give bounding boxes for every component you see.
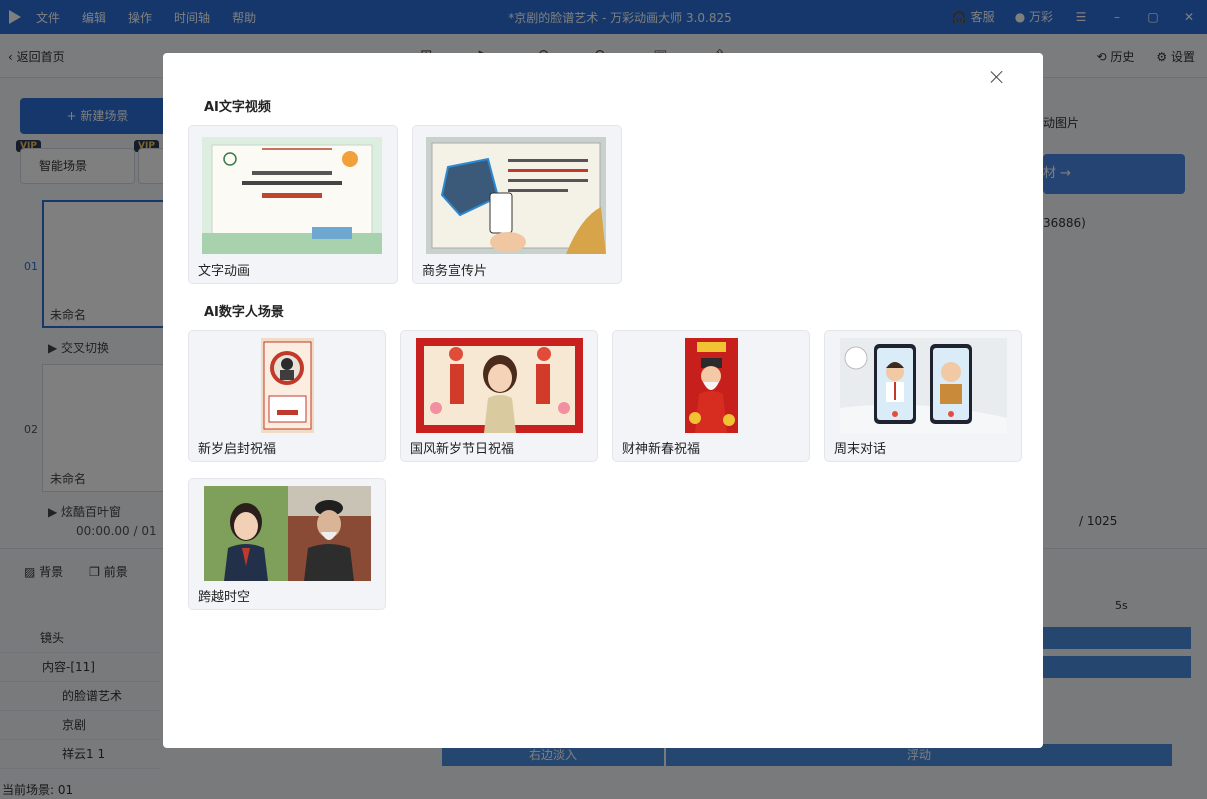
template-thumbnail <box>840 338 1007 433</box>
section-title-ai-text-video: AI文字视频 <box>204 100 271 115</box>
guofeng-greeting-preview-icon <box>416 338 583 433</box>
template-thumbnail <box>261 338 314 433</box>
caishen-greeting-preview-icon <box>685 338 738 433</box>
template-thumbnail <box>202 137 382 254</box>
template-card-label: 新岁启封祝福 <box>198 442 277 457</box>
template-card-text-animation[interactable]: 文字动画 <box>188 125 398 284</box>
template-card-label: 国风新岁节日祝福 <box>410 442 515 457</box>
template-dialog: AI文字视频 文字动画 商务宣传片 AI数字人场景 新岁启封祝福 国风新岁节日祝… <box>163 53 1043 748</box>
business-promo-preview-icon <box>426 137 606 254</box>
template-thumbnail <box>416 338 583 433</box>
template-card-guofeng-festival[interactable]: 国风新岁节日祝福 <box>400 330 598 462</box>
envelope-greeting-preview-icon <box>261 338 314 433</box>
template-card-caishen-spring[interactable]: 财神新春祝福 <box>612 330 810 462</box>
across-time-preview-icon <box>204 486 371 581</box>
template-card-weekend-dialogue[interactable]: 周末对话 <box>824 330 1022 462</box>
template-thumbnail <box>204 486 371 581</box>
text-animation-preview-icon <box>202 137 382 254</box>
template-card-label: 周末对话 <box>834 442 887 457</box>
template-thumbnail <box>426 137 606 254</box>
template-card-label: 财神新春祝福 <box>622 442 701 457</box>
section-title-ai-digital-human: AI数字人场景 <box>204 305 284 320</box>
template-card-new-year-envelope[interactable]: 新岁启封祝福 <box>188 330 386 462</box>
template-card-label: 商务宣传片 <box>422 264 488 279</box>
close-icon[interactable] <box>989 69 1005 85</box>
template-card-label: 跨越时空 <box>198 590 251 605</box>
template-card-business-promo[interactable]: 商务宣传片 <box>412 125 622 284</box>
template-thumbnail <box>685 338 738 433</box>
template-card-across-time[interactable]: 跨越时空 <box>188 478 386 610</box>
weekend-dialogue-preview-icon <box>840 338 1007 433</box>
template-card-label: 文字动画 <box>198 264 251 279</box>
